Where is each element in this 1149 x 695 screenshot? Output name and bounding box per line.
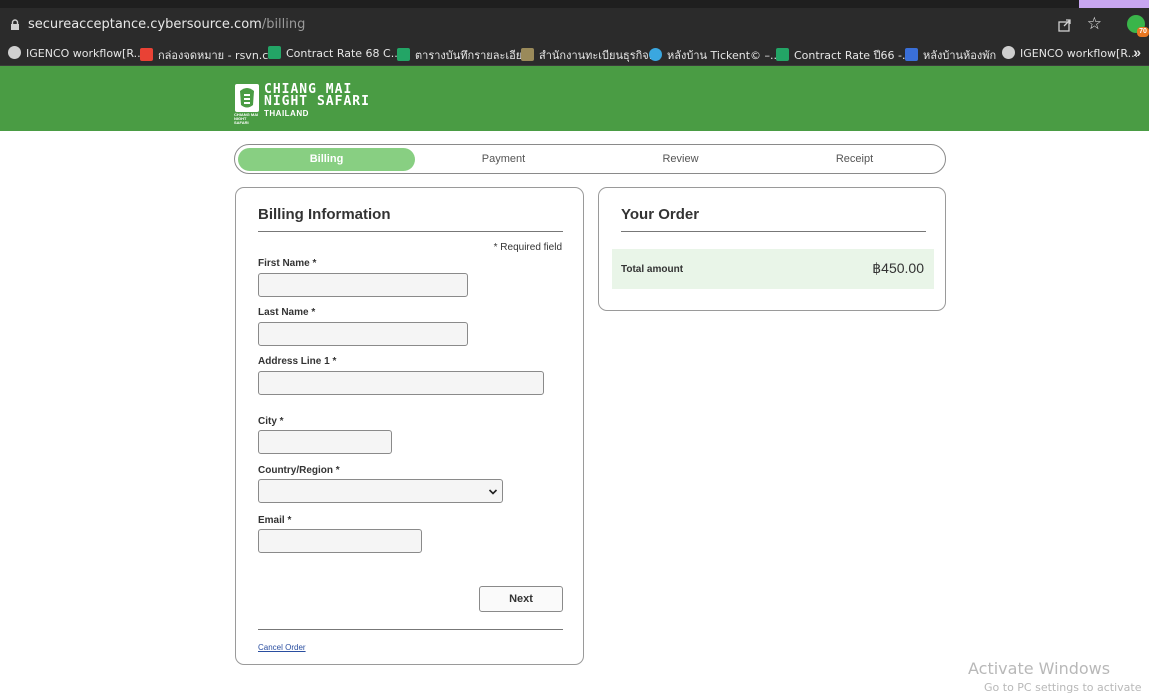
email-input[interactable] — [258, 529, 422, 553]
url-text[interactable]: secureacceptance.cybersource.com/billing — [28, 17, 305, 32]
sheets-icon — [268, 46, 281, 59]
required-note: * Required field — [493, 242, 562, 253]
last-name-label: Last Name * — [258, 307, 316, 318]
activation-watermark-subtitle: Go to PC settings to activate — [984, 681, 1142, 694]
logo-mark-icon — [235, 84, 259, 112]
bookmark-item[interactable]: IGENCO workflow[R... — [1002, 46, 1138, 62]
step-review: Review — [662, 153, 699, 165]
total-label: Total amount — [621, 264, 684, 275]
extension-badge: 70 — [1137, 27, 1149, 37]
bookmark-label: หลังบ้านห้องพัก — [923, 49, 997, 62]
bookmark-label: Contract Rate ปี66 -... — [794, 49, 913, 62]
globe-icon — [8, 46, 21, 59]
bookmark-label: IGENCO workflow[R... — [1020, 47, 1139, 60]
billing-card: Billing Information * Required field Fir… — [235, 187, 584, 665]
address-input[interactable] — [258, 371, 544, 395]
step-receipt: Receipt — [835, 153, 874, 165]
bookmarks-bar: IGENCO workflow[R... กล่องจดหมาย - rsvn.… — [0, 41, 1149, 66]
logo-small-text: CHIANG MAI NIGHT SAFARI — [234, 112, 259, 125]
city-input[interactable] — [258, 430, 392, 454]
footer-divider — [258, 629, 563, 630]
activation-watermark-title: Activate Windows — [968, 659, 1111, 678]
bookmark-item[interactable]: กล่องจดหมาย - rsvn.c... — [140, 46, 279, 62]
bookmark-label: สำนักงานทะเบียนธุรกิจ... — [539, 49, 660, 62]
site-icon — [521, 48, 534, 61]
total-value: ฿450.00 — [872, 260, 924, 276]
chevron-down-icon — [488, 489, 498, 495]
bookmark-item[interactable]: Contract Rate 68 C... — [268, 46, 401, 62]
site-logo[interactable]: CHIANG MAI NIGHT SAFARI CHIANG MAI NIGHT… — [234, 83, 394, 125]
order-title: Your Order — [621, 206, 700, 223]
bookmark-item[interactable]: ตารางบันทึกรายละเอีย... — [397, 46, 533, 62]
last-name-input[interactable] — [258, 322, 468, 346]
globe-icon — [1002, 46, 1015, 59]
star-icon[interactable]: ☆ — [1087, 14, 1102, 34]
bookmark-label: ตารางบันทึกรายละเอีย... — [415, 49, 533, 62]
order-divider — [621, 231, 926, 232]
site-icon — [649, 48, 662, 61]
chevron-more-icon[interactable]: » — [1133, 44, 1141, 60]
url-path: /billing — [261, 17, 306, 32]
lock-icon — [11, 19, 19, 30]
title-divider — [258, 231, 563, 232]
bookmark-item[interactable]: Contract Rate ปี66 -... — [776, 46, 912, 62]
sheets-icon — [776, 48, 789, 61]
bookmark-label: IGENCO workflow[R... — [26, 47, 145, 60]
email-label: Email * — [258, 515, 292, 526]
bookmark-item[interactable]: หลังบ้าน Tickent© –... — [649, 46, 781, 62]
step-billing: Billing — [238, 148, 415, 171]
city-label: City * — [258, 416, 284, 427]
order-card: Your Order Total amount ฿450.00 — [598, 187, 946, 311]
address-label: Address Line 1 * — [258, 356, 337, 367]
bookmark-item[interactable]: IGENCO workflow[R... — [8, 46, 144, 62]
logo-line-3: THAILAND — [264, 109, 309, 118]
site-header — [0, 66, 1149, 131]
country-label: Country/Region * — [258, 465, 340, 476]
cancel-order-link[interactable]: Cancel Order — [258, 643, 306, 652]
next-button[interactable]: Next — [479, 586, 563, 612]
first-name-label: First Name * — [258, 258, 317, 269]
gmail-icon — [140, 48, 153, 61]
site-icon — [905, 48, 918, 61]
bookmark-label: หลังบ้าน Tickent© –... — [667, 49, 781, 62]
tab-accent — [1079, 0, 1149, 8]
share-icon[interactable] — [1057, 17, 1073, 33]
bookmark-label: Contract Rate 68 C... — [286, 47, 402, 60]
sheets-icon — [397, 48, 410, 61]
bookmark-item[interactable]: หลังบ้านห้องพัก — [905, 46, 996, 62]
checkout-stepper: Billing Payment Review Receipt — [234, 144, 946, 174]
billing-title: Billing Information — [258, 206, 391, 223]
url-host: secureacceptance.cybersource.com — [28, 17, 262, 32]
bookmark-item[interactable]: สำนักงานทะเบียนธุรกิจ... — [521, 46, 659, 62]
logo-line-2: NIGHT SAFARI — [264, 94, 370, 109]
bookmark-label: กล่องจดหมาย - rsvn.c... — [158, 49, 279, 62]
country-select[interactable] — [258, 479, 503, 503]
step-payment: Payment — [481, 153, 526, 165]
first-name-input[interactable] — [258, 273, 468, 297]
address-bar[interactable]: secureacceptance.cybersource.com/billing… — [0, 8, 1149, 41]
total-row: Total amount ฿450.00 — [612, 249, 934, 289]
window-top-strip — [0, 0, 1149, 8]
